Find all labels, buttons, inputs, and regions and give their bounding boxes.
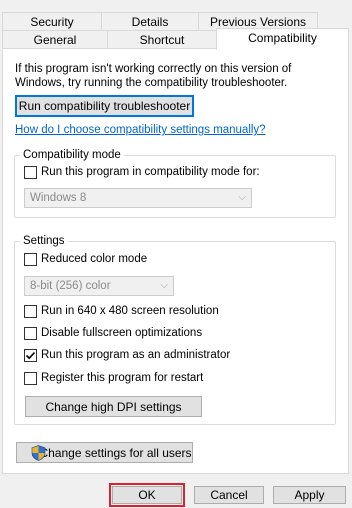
run-admin-checkbox[interactable]: [24, 349, 37, 362]
register-restart-checkbox[interactable]: [24, 372, 37, 385]
fullscreen-opt-label: Disable fullscreen optimizations: [41, 327, 203, 339]
fullscreen-opt-checkbox[interactable]: [24, 327, 37, 340]
compatibility-mode-group-label: Compatibility mode: [20, 149, 124, 162]
chevron-down-icon: ⌵: [238, 192, 246, 203]
apply-button[interactable]: Apply: [273, 486, 346, 504]
change-all-users-button[interactable]: Change settings for all users: [16, 442, 193, 463]
chevron-down-icon: ⌵: [160, 280, 168, 291]
color-mode-select: 8-bit (256) color ⌵: [24, 276, 174, 296]
run-troubleshooter-button[interactable]: Run compatibility troubleshooter: [15, 95, 194, 117]
compatibility-panel: If this program isn't working correctly …: [2, 48, 349, 474]
compat-mode-checkbox[interactable]: [24, 166, 37, 179]
shield-icon: [31, 445, 46, 467]
change-all-users-label: Change settings for all users: [39, 446, 192, 460]
reduced-color-checkbox[interactable]: [24, 253, 37, 266]
reduced-color-label: Reduced color mode: [41, 253, 148, 265]
res-640-label: Run in 640 x 480 screen resolution: [41, 305, 219, 317]
change-dpi-button[interactable]: Change high DPI settings: [25, 396, 202, 417]
color-mode-value: 8-bit (256) color: [30, 280, 111, 292]
compat-mode-checkbox-label: Run this program in compatibility mode f…: [41, 166, 260, 178]
tab-compatibility[interactable]: Compatibility: [216, 28, 349, 50]
tab-details[interactable]: Details: [101, 12, 199, 31]
run-admin-label: Run this program as an administrator: [41, 349, 231, 361]
tab-general[interactable]: General: [2, 30, 108, 49]
cancel-button[interactable]: Cancel: [194, 486, 264, 504]
compat-os-value: Windows 8: [30, 192, 87, 204]
tab-shortcut[interactable]: Shortcut: [107, 30, 217, 49]
ok-button[interactable]: OK: [112, 486, 182, 504]
settings-group-label: Settings: [20, 235, 68, 248]
res-640-checkbox[interactable]: [24, 305, 37, 318]
checkmark-icon: [25, 351, 36, 360]
compat-os-select: Windows 8 ⌵: [24, 188, 252, 208]
help-link[interactable]: How do I choose compatibility settings m…: [15, 124, 266, 136]
register-restart-label: Register this program for restart: [41, 372, 204, 384]
intro-text: If this program isn't working correctly …: [15, 63, 292, 89]
tab-security[interactable]: Security: [2, 12, 102, 31]
